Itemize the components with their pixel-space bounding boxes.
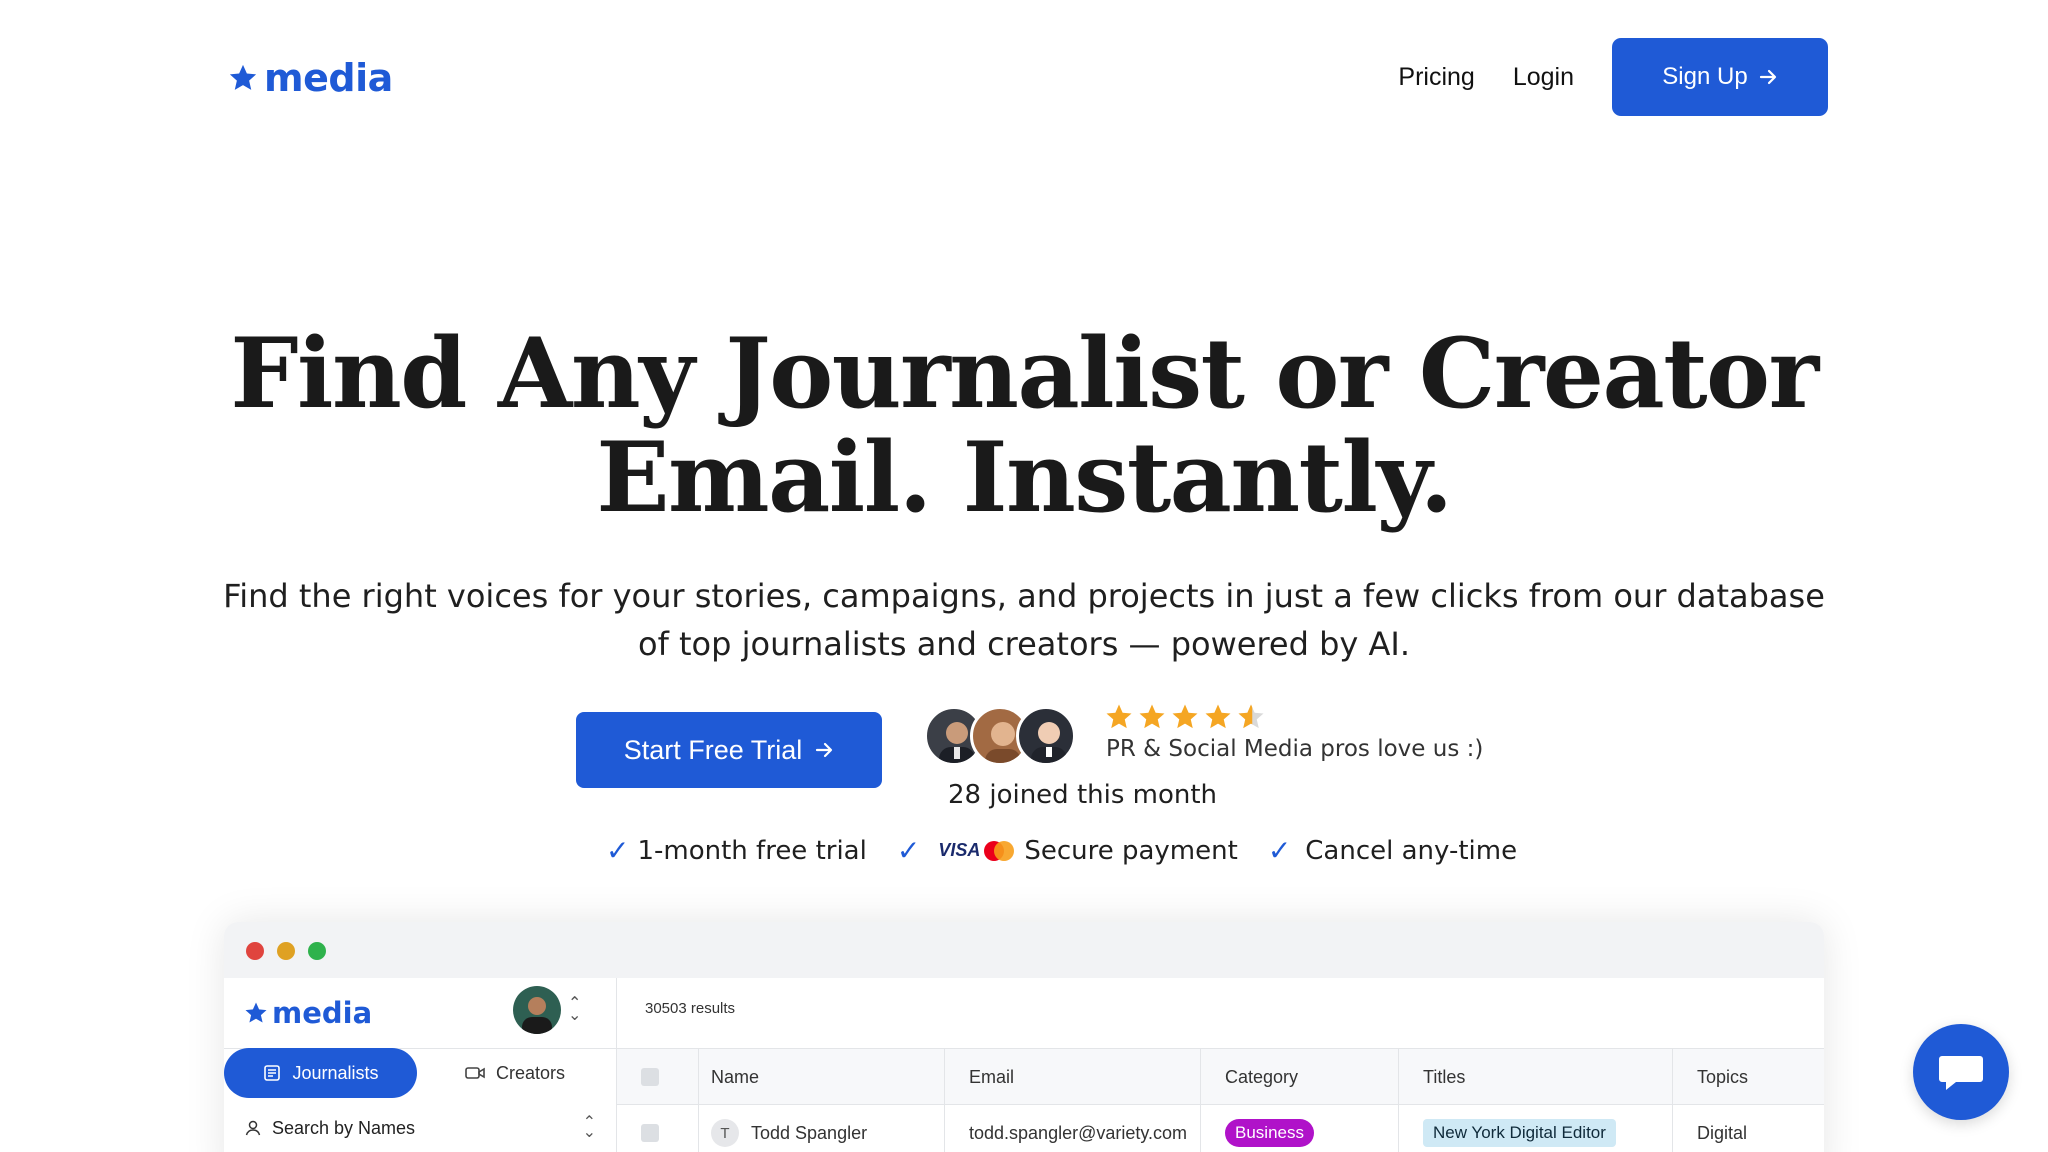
app-sidebar: media ⌃ ⌄ Journalists Creators Search by … [224,978,617,1152]
tab-journalists-label: Journalists [292,1062,379,1083]
titles-cell: New York Digital Editor [1399,1105,1673,1152]
search-by-names-label: Search by Names [272,1117,416,1138]
select-all-checkbox[interactable] [641,1068,659,1086]
hero-subtitle: Find the right voices for your stories, … [0,572,2048,668]
category-badge: Business [1225,1119,1314,1147]
table-header-row: Name Email Category Titles Topics [617,1049,1824,1105]
results-table: Name Email Category Titles Topics T Todd… [617,1048,1824,1152]
nav-pricing-link[interactable]: Pricing [1398,63,1474,92]
column-header-email[interactable]: Email [945,1049,1201,1105]
star-icon [229,64,257,90]
rating-text: PR & Social Media pros love us :) [1106,736,1484,762]
signup-button[interactable]: Sign Up [1612,38,1828,116]
star-icon [245,1002,267,1023]
results-count: 30503 results [645,1000,736,1017]
rating-stars [1104,702,1266,732]
tab-journalists[interactable]: Journalists [224,1048,417,1098]
chat-icon [1939,1056,1983,1090]
tab-creators[interactable]: Creators [464,1048,584,1098]
star-icon [1205,704,1231,729]
star-half-icon [1238,704,1264,729]
feature-payment-label: Secure payment [1024,835,1238,866]
brand-logo[interactable]: media [228,56,393,100]
brand-name: media [264,56,393,100]
top-nav: Pricing Login Sign Up [1398,38,1828,116]
start-free-trial-button[interactable]: Start Free Trial [576,712,882,788]
contact-name[interactable]: Todd Spangler [751,1123,867,1144]
arrow-right-icon [816,742,833,758]
email-cell[interactable]: todd.spangler@variety.com [945,1105,1201,1152]
arrow-right-icon [1759,69,1776,85]
chevron-updown-icon: ⌃ ⌄ [582,1114,596,1141]
title-badge: New York Digital Editor [1423,1119,1616,1147]
video-icon [465,1067,485,1079]
select-all-cell [617,1049,699,1105]
feature-cancel-label: Cancel any-time [1305,835,1518,866]
avatar [1016,706,1076,766]
app-brand-name: media [272,996,373,1030]
avatar-initial: T [711,1119,739,1147]
window-titlebar [224,922,1824,978]
table-row[interactable]: T Todd Spangler todd.spangler@variety.co… [617,1105,1824,1152]
check-icon: ✓ [1267,834,1292,867]
newspaper-icon [264,1065,281,1081]
hero-title: Find Any Journalist or Creator Email. In… [0,322,2048,530]
row-select-cell [617,1105,699,1152]
column-header-topics[interactable]: Topics [1673,1049,1824,1105]
joined-count: 28 joined this month [948,780,1218,810]
signup-label: Sign Up [1662,63,1748,90]
close-dot [246,942,264,960]
mastercard-icon [984,840,1015,861]
feature-trial: ✓ 1-month free trial [606,834,867,867]
check-icon: ✓ [606,834,630,867]
feature-trial-label: 1-month free trial [637,835,867,866]
user-avatars [924,706,1084,768]
chat-launcher-button[interactable] [1913,1024,2009,1120]
hero-subtitle-line2: of top journalists and creators — powere… [637,625,1410,663]
hero-title-line2: Email. Instantly. [596,421,1453,534]
star-icon [1172,704,1198,729]
hero-title-line1: Find Any Journalist or Creator [230,317,1819,430]
column-header-name[interactable]: Name [699,1049,945,1105]
maximize-dot [308,942,326,960]
account-switch-icon[interactable]: ⌃ ⌄ [568,996,581,1024]
row-checkbox[interactable] [641,1124,659,1142]
name-cell: T Todd Spangler [699,1105,945,1152]
category-cell: Business [1201,1105,1399,1152]
app-brand-logo: media [244,996,372,1030]
minimize-dot [277,942,295,960]
visa-logo: VISA [938,840,981,860]
star-icon [1106,704,1132,729]
cta-label: Start Free Trial [623,734,803,765]
hero-subtitle-line1: Find the right voices for your stories, … [223,577,1825,615]
user-icon [245,1120,261,1136]
check-icon: ✓ [896,834,921,867]
feature-payment: ✓ VISA Secure payment [897,834,1238,867]
column-header-titles[interactable]: Titles [1399,1049,1673,1105]
account-avatar[interactable] [513,986,561,1034]
feature-cancel: ✓ Cancel any-time [1268,834,1517,867]
star-icon [1139,704,1165,729]
topics-cell: Digital [1697,1122,1748,1143]
column-header-category[interactable]: Category [1201,1049,1399,1105]
feature-list: ✓ 1-month free trial ✓ VISA Secure payme… [606,834,1547,867]
site-header: media Pricing Login Sign Up [0,0,2048,150]
results-panel: 30503 results Name Email Category Titles… [617,978,1824,1152]
nav-login-link[interactable]: Login [1513,63,1574,92]
app-preview-window: media ⌃ ⌄ Journalists Creators Search by … [224,922,1824,1152]
search-by-names-filter[interactable]: Search by Names ⌃ ⌄ [244,1108,604,1148]
tab-creators-label: Creators [496,1062,566,1083]
